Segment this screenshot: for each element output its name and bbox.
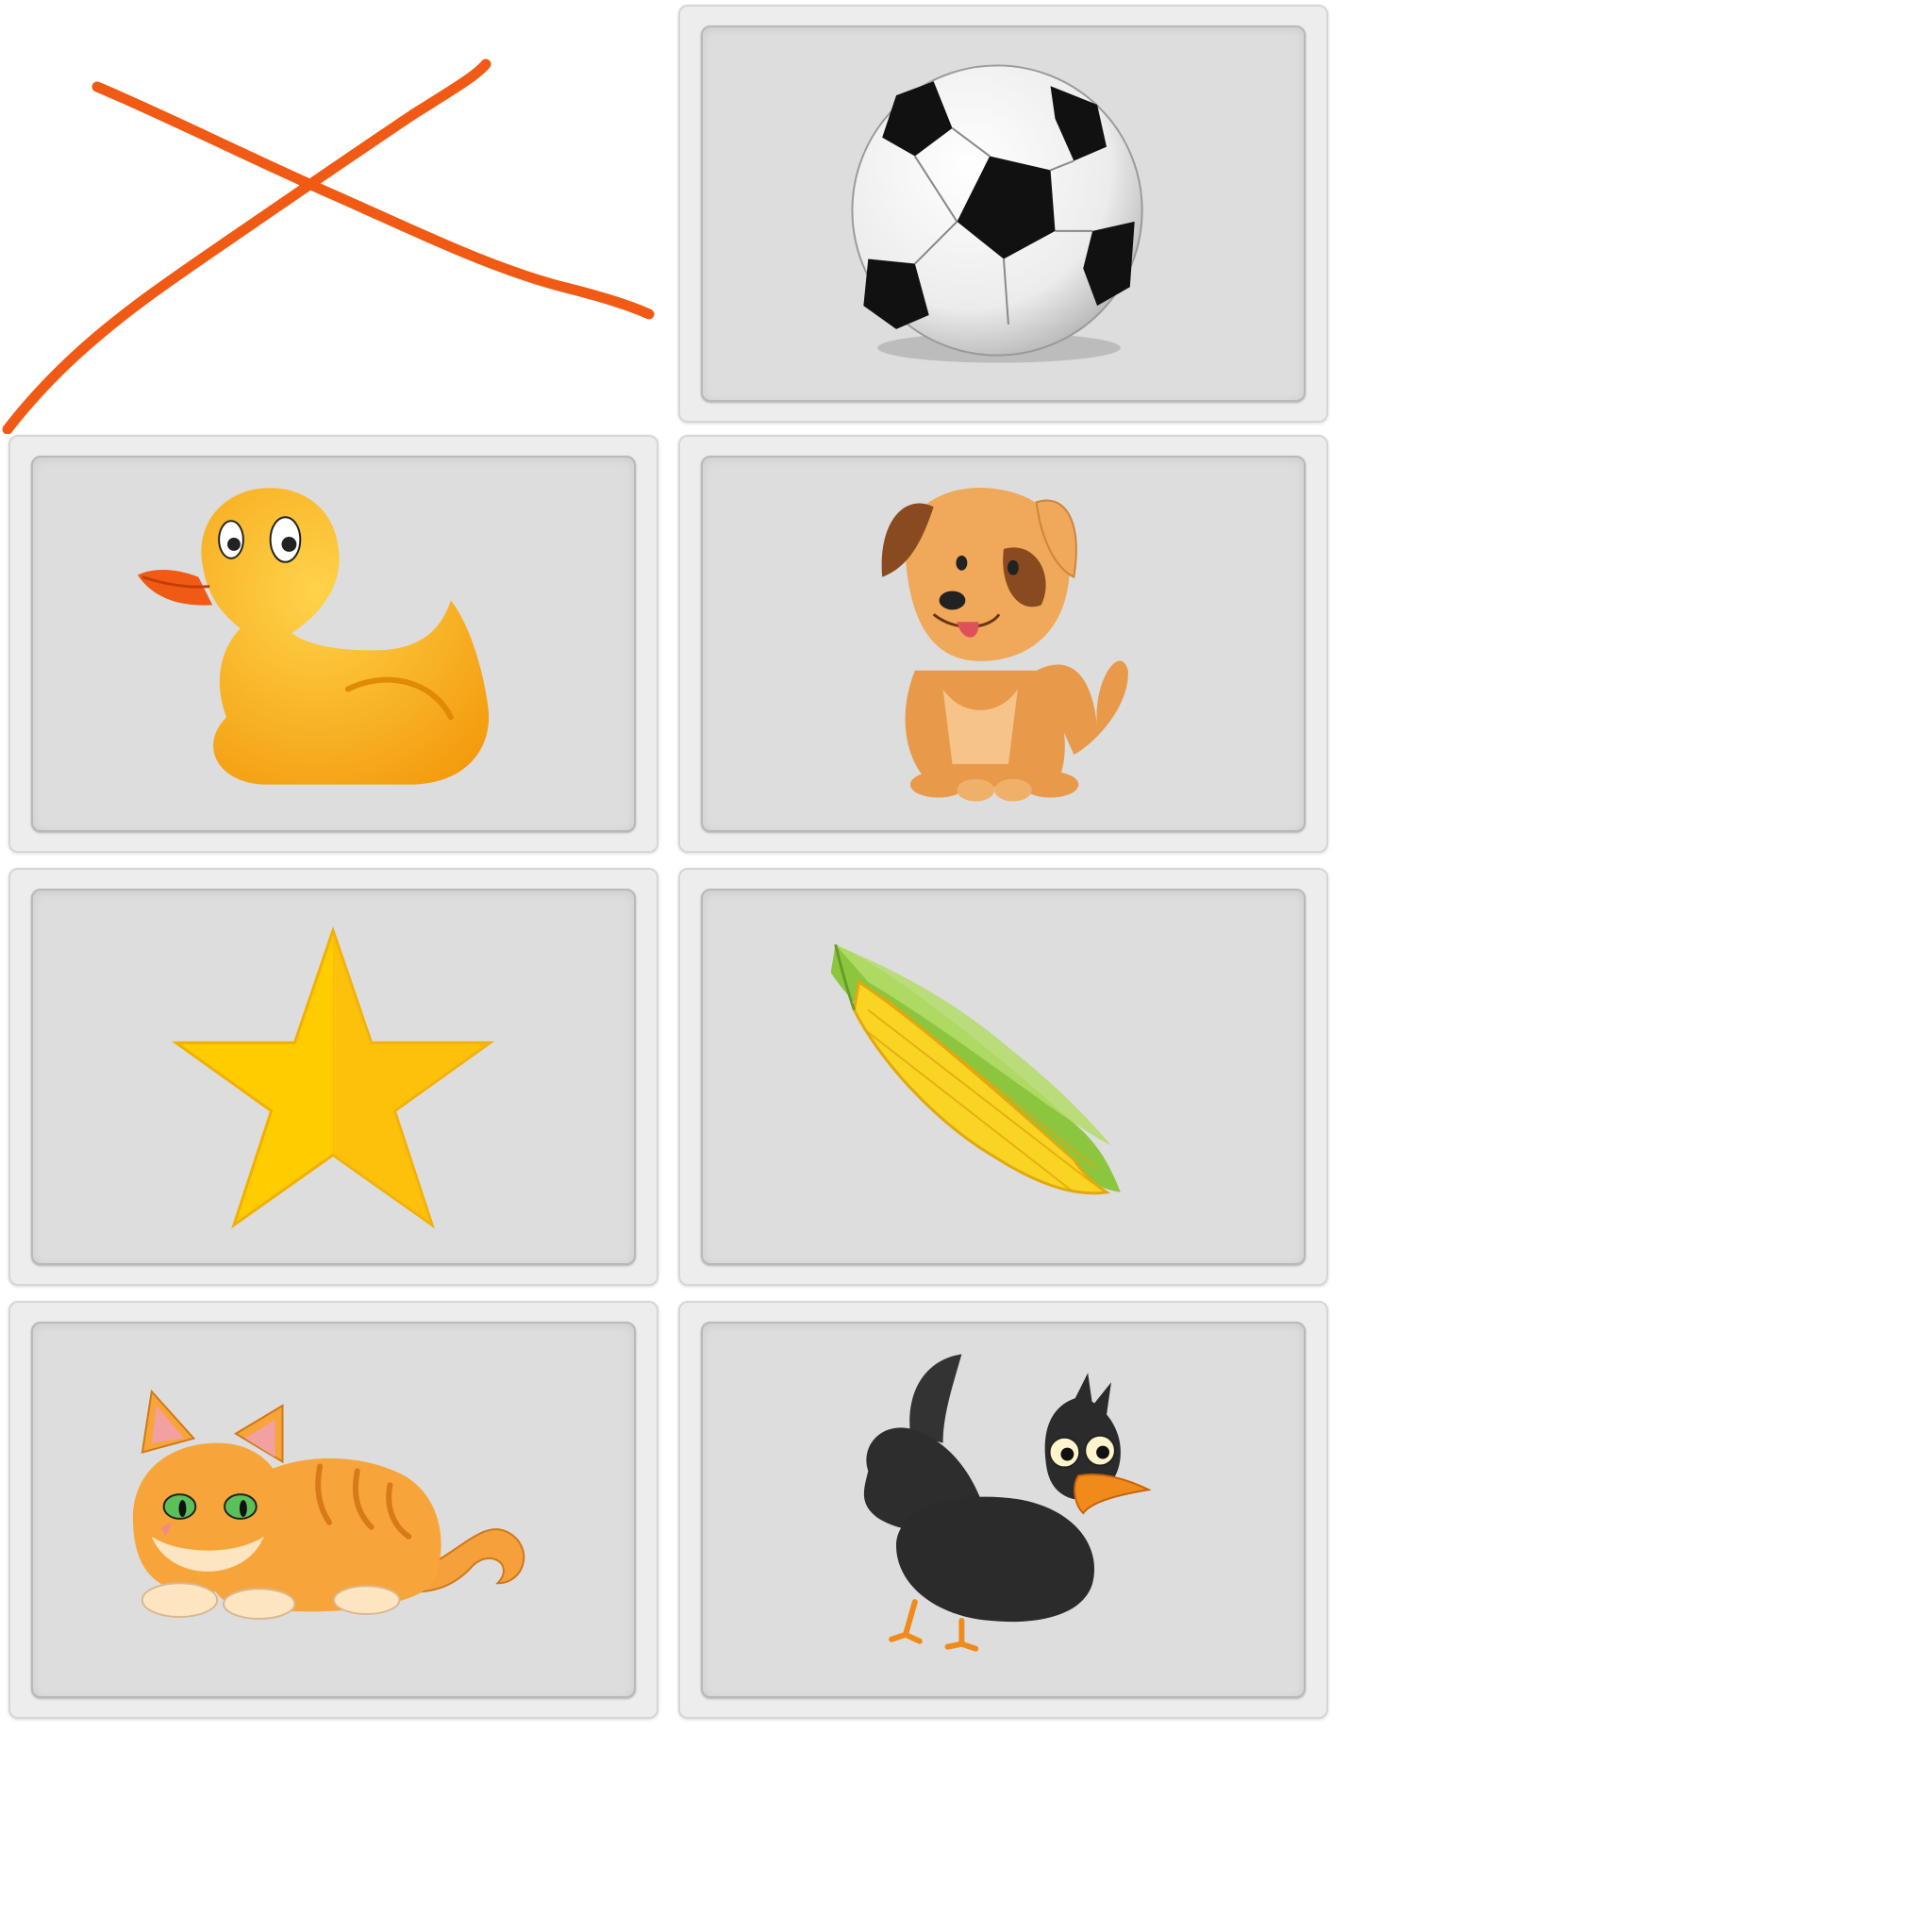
- puppy-dog-icon: [881, 487, 1128, 802]
- card-star[interactable]: [8, 868, 658, 1286]
- black-crow-icon: [863, 1354, 1152, 1652]
- removed-card-slot: [0, 0, 660, 435]
- star-icon: [171, 925, 495, 1229]
- card-rubber-duck[interactable]: [8, 435, 658, 853]
- card-puppy-dog[interactable]: [678, 435, 1328, 853]
- card-corn-cob[interactable]: [678, 868, 1328, 1286]
- card-orange-cat[interactable]: [8, 1301, 658, 1719]
- cross-mark: [2, 58, 655, 435]
- card-black-crow[interactable]: [678, 1301, 1328, 1719]
- soccer-ball-icon: [851, 64, 1143, 363]
- orange-cat-icon: [132, 1389, 525, 1620]
- corn-cob-icon: [830, 943, 1121, 1195]
- card-soccer-ball[interactable]: [678, 5, 1328, 423]
- rubber-duck-icon: [137, 488, 490, 785]
